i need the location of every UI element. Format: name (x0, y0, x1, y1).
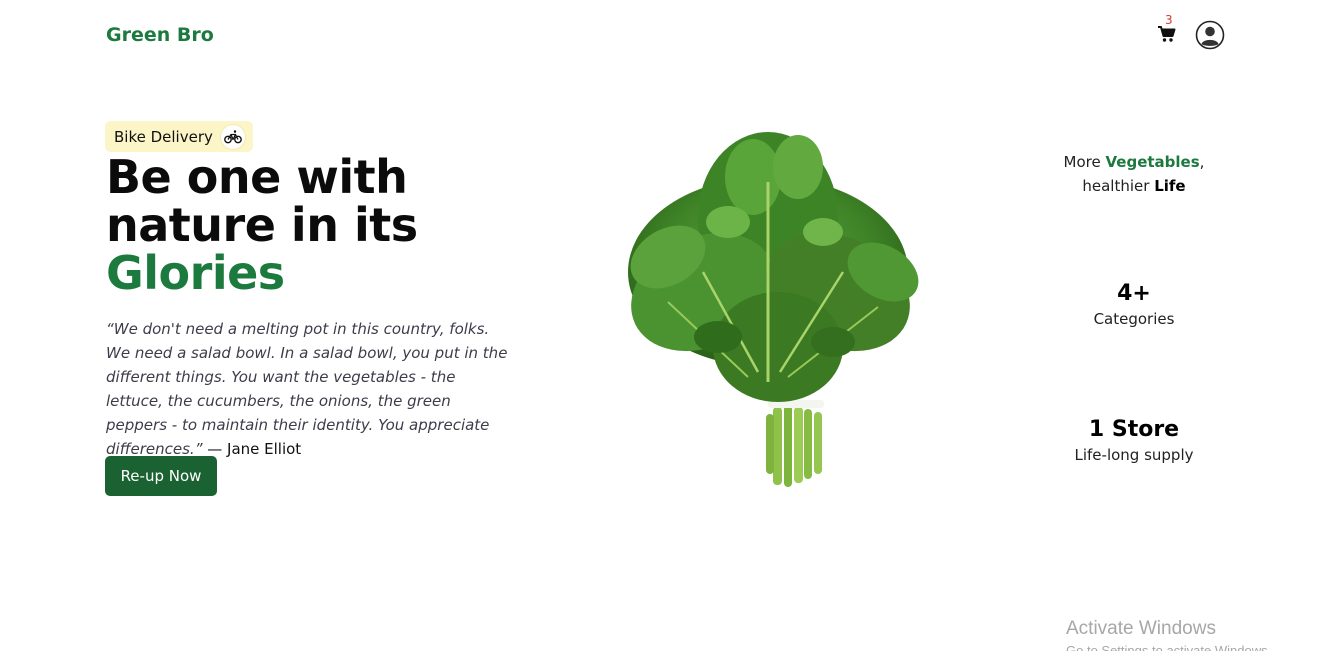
tagline-life: Life (1154, 177, 1186, 195)
tagline-vegetables: Vegetables (1105, 153, 1200, 171)
hero-headline: Be one with nature in its Glories (106, 153, 526, 297)
badge-label: Bike Delivery (114, 127, 213, 146)
watermark-title: Activate Windows (1066, 618, 1216, 639)
bicycle-icon (220, 124, 245, 149)
headline-highlight: Glories (106, 246, 285, 300)
landing-page: Green Bro 3 Bike Delivery Be one with na… (0, 0, 1341, 651)
quote-author: — Jane Elliot (202, 440, 302, 458)
tagline-comma: , (1199, 153, 1205, 171)
categories-value: 4+ (1117, 281, 1151, 306)
store-value: 1 Store (1088, 417, 1180, 442)
shopping-cart-icon[interactable] (1157, 25, 1177, 43)
store-stat: 1 Store Life-long supply (1034, 416, 1234, 466)
headline-line-2: nature in its (106, 198, 418, 252)
hero-quote: “We don't need a melting pot in this cou… (106, 317, 516, 461)
bike-delivery-badge: Bike Delivery (105, 121, 253, 152)
activate-windows-watermark: Activate Windows Go to Settings to activ… (1066, 618, 1271, 651)
categories-stat: 4+ Categories (1034, 280, 1234, 330)
watermark-subtitle: Go to Settings to activate Windows. (1066, 643, 1272, 651)
user-circle-icon[interactable] (1195, 20, 1225, 50)
re-up-now-button[interactable]: Re-up Now (105, 456, 217, 496)
store-label: Life-long supply (1074, 446, 1194, 464)
headline-line-1: Be one with (106, 150, 408, 204)
tagline-line2: healthier (1082, 177, 1155, 195)
logo[interactable]: Green Bro (106, 24, 214, 46)
stems (766, 400, 824, 487)
categories-label: Categories (1093, 310, 1175, 328)
leafy-greens-image (628, 132, 919, 487)
quote-text: “We don't need a melting pot in this cou… (106, 320, 508, 458)
leaves (628, 132, 919, 402)
tagline-prefix: More (1063, 153, 1106, 171)
tagline: More Vegetables, healthier Life (1034, 150, 1234, 198)
